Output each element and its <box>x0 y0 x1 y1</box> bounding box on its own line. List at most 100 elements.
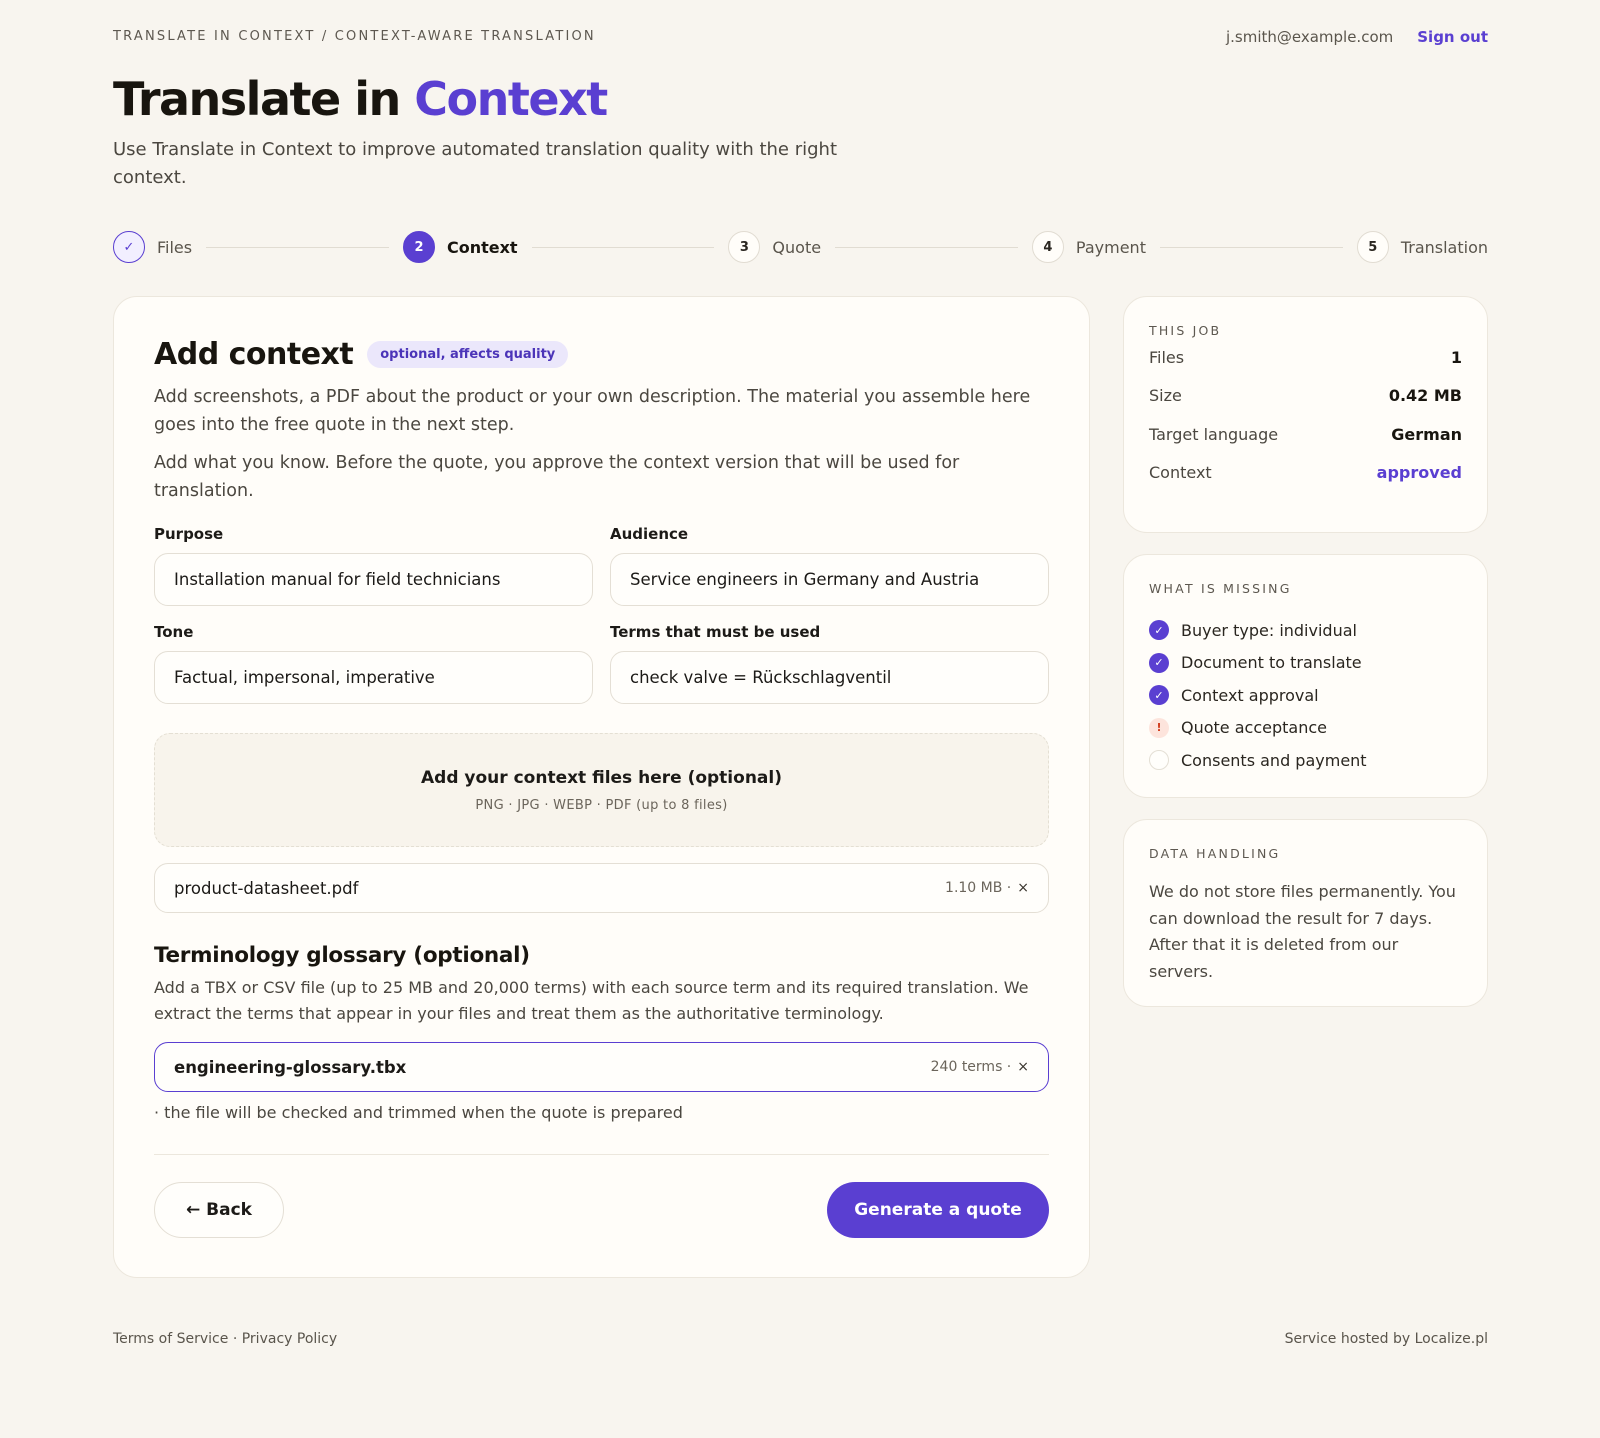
check-icon: ✓ <box>1149 685 1169 706</box>
purpose-field: Purpose <box>154 525 593 606</box>
job-row-files: Files 1 <box>1149 338 1462 377</box>
step-quote-number: 3 <box>728 231 761 263</box>
privacy-link[interactable]: Privacy Policy <box>242 1331 337 1347</box>
page-subtitle: Use Translate in Context to improve auto… <box>113 139 838 188</box>
page-title: Translate in Context <box>113 72 608 126</box>
generate-quote-button[interactable]: Generate a quote <box>827 1182 1049 1238</box>
glossary-note: · the file will be checked and trimmed w… <box>154 1103 683 1122</box>
step-translation-number: 5 <box>1356 231 1389 263</box>
breadcrumb: TRANSLATE IN CONTEXT / CONTEXT-AWARE TRA… <box>113 29 596 44</box>
divider <box>154 1154 1049 1155</box>
step-files-label: Files <box>157 237 193 257</box>
check-icon: ✓ <box>1149 620 1169 641</box>
context-heading: Add context <box>154 337 354 372</box>
context-description-approval: Add what you know. Before the quote, you… <box>154 453 960 501</box>
dropzone-formats: PNG · JPG · WEBP · PDF (up to 8 files) <box>475 798 728 813</box>
job-row-target-language: Target language German <box>1149 415 1462 454</box>
glossary-heading: Terminology glossary (optional) <box>154 943 530 968</box>
terms-label: Terms that must be used <box>610 623 821 641</box>
terms-input[interactable] <box>610 651 1049 704</box>
dropzone-title: Add your context files here (optional) <box>421 768 782 788</box>
missing-item-label: Consents and payment <box>1181 750 1367 770</box>
missing-item-label: Context approval <box>1181 685 1319 705</box>
topbar: TRANSLATE IN CONTEXT / CONTEXT-AWARE TRA… <box>113 28 1488 48</box>
footer-separator: · <box>228 1331 242 1347</box>
back-button[interactable]: ← Back <box>154 1182 284 1238</box>
step-context[interactable]: 2 Context <box>402 231 518 263</box>
step-connector <box>835 246 1018 248</box>
tone-input[interactable] <box>154 651 593 704</box>
list-item: ✓ Document to translate <box>1149 647 1462 680</box>
user-email: j.smith@example.com <box>1225 28 1394 46</box>
purpose-input[interactable] <box>154 553 593 606</box>
glossary-file-name: engineering-glossary.tbx <box>174 1057 407 1077</box>
job-value: 0.42 MB <box>1388 386 1462 406</box>
step-translation-label: Translation <box>1400 237 1489 257</box>
step-payment[interactable]: 4 Payment <box>1031 231 1146 263</box>
audience-label: Audience <box>610 525 689 543</box>
data-handling-title: DATA HANDLING <box>1149 846 1281 861</box>
step-files[interactable]: ✓ Files <box>113 231 192 263</box>
job-summary-card: THIS JOB Files 1 Size 0.42 MB Target lan… <box>1123 296 1488 533</box>
sign-out-link[interactable]: Sign out <box>1417 28 1488 46</box>
job-summary-title: THIS JOB <box>1149 323 1222 338</box>
step-payment-label: Payment <box>1075 237 1146 257</box>
data-handling-card: DATA HANDLING We do not store files perm… <box>1123 819 1488 1007</box>
terms-link[interactable]: Terms of Service <box>113 1331 228 1347</box>
data-handling-text: We do not store files permanently. You c… <box>1149 882 1456 981</box>
audience-input[interactable] <box>610 553 1049 606</box>
job-key: Files <box>1149 347 1185 367</box>
empty-circle-icon <box>1149 750 1169 771</box>
list-item: ✓ Buyer type: individual <box>1149 614 1462 647</box>
footer-links: Terms of Service · Privacy Policy <box>113 1331 337 1347</box>
step-context-label: Context <box>446 237 518 257</box>
missing-title: WHAT IS MISSING <box>1149 581 1292 596</box>
audience-field: Audience <box>610 525 1049 606</box>
tone-field: Tone <box>154 623 593 704</box>
missing-item-label: Buyer type: individual <box>1181 620 1357 640</box>
glossary-file-row[interactable]: engineering-glossary.tbx 240 terms · × <box>154 1042 1049 1092</box>
step-context-number: 2 <box>402 231 435 263</box>
job-value: German <box>1391 424 1462 444</box>
context-file-row: product-datasheet.pdf 1.10 MB · × <box>154 863 1049 913</box>
missing-item-label: Quote acceptance <box>1181 718 1327 738</box>
context-status-badge: approved <box>1376 463 1462 483</box>
glossary-term-count: 240 terms · <box>930 1059 1012 1075</box>
glossary-file-meta: 240 terms · × <box>931 1059 1029 1075</box>
step-connector <box>1159 246 1343 248</box>
job-key: Context <box>1149 463 1212 483</box>
job-row-context: Context approved <box>1149 454 1462 493</box>
context-file-dropzone[interactable]: Add your context files here (optional) P… <box>154 733 1049 847</box>
terms-field: Terms that must be used <box>610 623 1049 704</box>
job-key: Target language <box>1149 424 1279 444</box>
step-translation[interactable]: 5 Translation <box>1356 231 1489 263</box>
step-payment-number: 4 <box>1031 231 1064 263</box>
context-file-name: product-datasheet.pdf <box>174 878 359 898</box>
optional-badge: optional, affects quality <box>367 341 569 368</box>
job-value: 1 <box>1450 347 1462 367</box>
stepper: ✓ Files 2 Context 3 Quote 4 Payment 5 Tr… <box>113 230 1488 264</box>
context-file-size: 1.10 MB · <box>945 880 1012 896</box>
missing-item-label: Document to translate <box>1181 653 1362 673</box>
context-card: Add context optional, affects quality Ad… <box>113 296 1090 1278</box>
page-title-accent: Context <box>414 72 608 126</box>
glossary-description: Add a TBX or CSV file (up to 25 MB and 2… <box>154 978 1029 1023</box>
step-connector <box>206 246 389 248</box>
list-item: ✓ Context approval <box>1149 679 1462 712</box>
missing-list: ✓ Buyer type: individual ✓ Document to t… <box>1149 614 1462 777</box>
step-files-check-icon: ✓ <box>113 231 145 263</box>
purpose-label: Purpose <box>154 525 224 543</box>
remove-glossary-icon[interactable]: × <box>1017 1059 1029 1075</box>
list-item: ! Quote acceptance <box>1149 712 1462 745</box>
page-title-main: Translate in <box>113 72 415 126</box>
remove-file-icon[interactable]: × <box>1017 880 1029 896</box>
hosted-by: Service hosted by Localize.pl <box>1284 1331 1488 1347</box>
job-key: Size <box>1149 386 1182 406</box>
job-row-size: Size 0.42 MB <box>1149 377 1462 416</box>
missing-card: WHAT IS MISSING ✓ Buyer type: individual… <box>1123 554 1488 798</box>
step-quote[interactable]: 3 Quote <box>728 231 821 263</box>
context-file-meta: 1.10 MB · × <box>945 880 1029 896</box>
step-connector <box>531 246 715 248</box>
account-area: j.smith@example.com Sign out <box>1226 28 1488 46</box>
warning-icon: ! <box>1149 717 1169 738</box>
